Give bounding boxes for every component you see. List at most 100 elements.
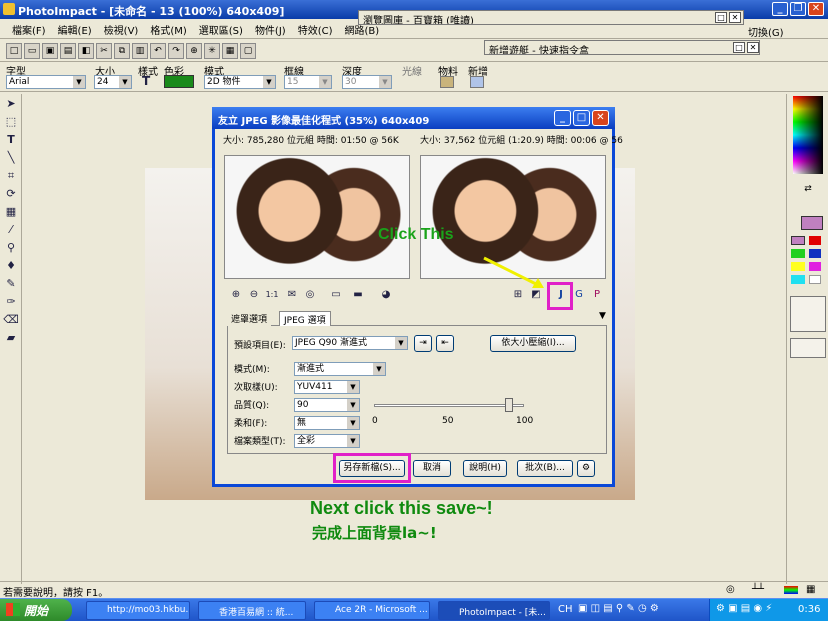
size-select[interactable]: 24: [94, 75, 132, 89]
preview-icon[interactable]: ◧: [78, 43, 94, 59]
effect-icon[interactable]: ✳: [204, 43, 220, 59]
menu-view[interactable]: 檢視(V): [98, 19, 145, 40]
fill-tool-icon[interactable]: ▰: [3, 330, 19, 346]
material-icon[interactable]: [440, 76, 454, 88]
add-preset-button[interactable]: ⇥: [414, 335, 432, 352]
panel-menu-icon[interactable]: ▼: [599, 311, 606, 321]
dialog-minimize-button[interactable]: _: [554, 110, 571, 126]
switch-label[interactable]: 切換(G): [748, 24, 784, 39]
menu-edit[interactable]: 編輯(E): [52, 19, 98, 40]
effect-preset-grid[interactable]: [790, 338, 826, 358]
palette-swatch-red[interactable]: [809, 236, 821, 245]
brush-tool-icon[interactable]: ✎: [3, 276, 19, 292]
panel-close-icon[interactable]: ✕: [729, 12, 741, 23]
color-swatch[interactable]: [164, 75, 194, 88]
swap-icon[interactable]: ⇄: [793, 184, 823, 196]
zoom-icon[interactable]: ⊕: [186, 43, 202, 59]
taskbar-item-photoimpact[interactable]: PhotoImpact - [未...: [438, 601, 550, 620]
tab-mask-options[interactable]: 遮罩選項: [227, 311, 272, 326]
open-icon[interactable]: ▭: [24, 43, 40, 59]
print-icon[interactable]: ▤: [60, 43, 76, 59]
add-icon[interactable]: [470, 76, 484, 88]
preview-window-icon[interactable]: ▭: [329, 288, 343, 302]
palette-swatch-white[interactable]: [809, 275, 821, 284]
png-format-icon[interactable]: P: [590, 288, 604, 302]
zoom-tool-icon[interactable]: ⚲: [3, 240, 19, 256]
font-select[interactable]: Arial: [6, 75, 86, 89]
zoom-out-icon[interactable]: ⊖: [247, 288, 261, 302]
text-style-icon[interactable]: T: [142, 74, 150, 88]
sync-view-icon[interactable]: ◎: [303, 288, 317, 302]
browser-preview-icon[interactable]: ◕: [379, 288, 393, 302]
soften-select[interactable]: 無: [294, 416, 360, 430]
maximize-button[interactable]: ❐: [790, 2, 806, 16]
menu-format[interactable]: 格式(M): [144, 19, 192, 40]
foreground-color[interactable]: [801, 216, 823, 230]
clock[interactable]: 0:36: [798, 604, 820, 615]
close-button[interactable]: ✕: [808, 2, 824, 16]
help-button[interactable]: 說明(H): [463, 460, 507, 477]
cancel-button[interactable]: 取消: [413, 460, 451, 477]
settings-icon-button[interactable]: ⚙: [577, 460, 595, 477]
zoom-in-icon[interactable]: ⊕: [229, 288, 243, 302]
border-spin[interactable]: 15: [284, 75, 332, 89]
palette-swatch-magenta[interactable]: [809, 262, 821, 271]
display-mode-icon[interactable]: ▬: [351, 288, 365, 302]
depth-spin[interactable]: 30: [342, 75, 392, 89]
undo-icon[interactable]: ↶: [150, 43, 166, 59]
eyedropper-icon[interactable]: ⁄: [3, 222, 19, 238]
bulb-tool-icon[interactable]: ♦: [3, 258, 19, 274]
menu-effect[interactable]: 特效(C): [292, 19, 339, 40]
line-tool-icon[interactable]: ╲: [3, 150, 19, 166]
new-icon[interactable]: □: [6, 43, 22, 59]
subsample-select[interactable]: YUV411: [294, 380, 360, 394]
selection-tool-icon[interactable]: ⬚: [3, 114, 19, 130]
cut-icon[interactable]: ✂: [96, 43, 112, 59]
dialog-maximize-button[interactable]: □: [573, 110, 590, 126]
status-ruler-icon[interactable]: ┴┴: [752, 584, 764, 595]
color-spectrum[interactable]: [793, 96, 823, 174]
panel-restore-icon[interactable]: □: [715, 12, 727, 23]
dialog-close-button[interactable]: ✕: [592, 110, 609, 126]
minimize-button[interactable]: _: [772, 2, 788, 16]
status-grid-icon[interactable]: ▦: [806, 584, 815, 595]
menu-object[interactable]: 物件(J): [249, 19, 292, 40]
taskbar-item-forum[interactable]: 香港百易網 :: 統...: [198, 601, 306, 620]
clone-tool-icon[interactable]: ✑: [3, 294, 19, 310]
tab-jpeg-options[interactable]: JPEG 選項: [279, 311, 331, 326]
gif-format-icon[interactable]: G: [572, 288, 586, 302]
quality-slider-thumb[interactable]: [505, 398, 513, 412]
language-indicator[interactable]: CH: [558, 604, 573, 615]
original-preview[interactable]: [224, 155, 410, 279]
pick-tool-icon[interactable]: ➤: [3, 96, 19, 112]
file-type-select[interactable]: 全彩: [294, 434, 360, 448]
eraser-tool-icon[interactable]: ⌫: [3, 312, 19, 328]
save-icon[interactable]: ▣: [42, 43, 58, 59]
taskbar-item-browser[interactable]: http://mo03.hkbu.n...: [86, 601, 190, 620]
preset-select[interactable]: JPEG Q90 漸進式: [292, 336, 408, 350]
transform-tool-icon[interactable]: ⟳: [3, 186, 19, 202]
batch-button[interactable]: 批次(B)...: [517, 460, 573, 477]
palette-swatch-cyan[interactable]: [791, 275, 805, 284]
quality-spin[interactable]: 90: [294, 398, 360, 412]
palette-swatch-pink[interactable]: [791, 236, 805, 245]
copy-icon[interactable]: ⧉: [114, 43, 130, 59]
palette-swatch-blue[interactable]: [809, 249, 821, 258]
crop-tool-icon[interactable]: ⌗: [3, 168, 19, 184]
mode-select[interactable]: 2D 物件: [204, 75, 276, 89]
palette-swatch-yellow[interactable]: [791, 262, 805, 271]
redo-icon[interactable]: ↷: [168, 43, 184, 59]
paste-icon[interactable]: ▥: [132, 43, 148, 59]
grid-tool-icon[interactable]: ▦: [3, 204, 19, 220]
remove-preset-button[interactable]: ⇤: [436, 335, 454, 352]
brush-preset-grid[interactable]: [790, 296, 826, 332]
browser-panel[interactable]: 瀏覽圖庫 - 百寶箱 (唯讀) □ ✕: [358, 10, 744, 25]
layers-icon[interactable]: ▦: [222, 43, 238, 59]
text-tool-icon[interactable]: T: [3, 132, 19, 148]
quality-slider-track[interactable]: [374, 404, 524, 407]
mode-field-select[interactable]: 漸進式: [294, 362, 386, 376]
taskbar-item-word[interactable]: Ace 2R - Microsoft ...: [314, 601, 430, 620]
window-icon[interactable]: ▢: [240, 43, 256, 59]
menu-file[interactable]: 檔案(F): [6, 19, 52, 40]
fit-window-icon[interactable]: ✉: [285, 288, 299, 302]
